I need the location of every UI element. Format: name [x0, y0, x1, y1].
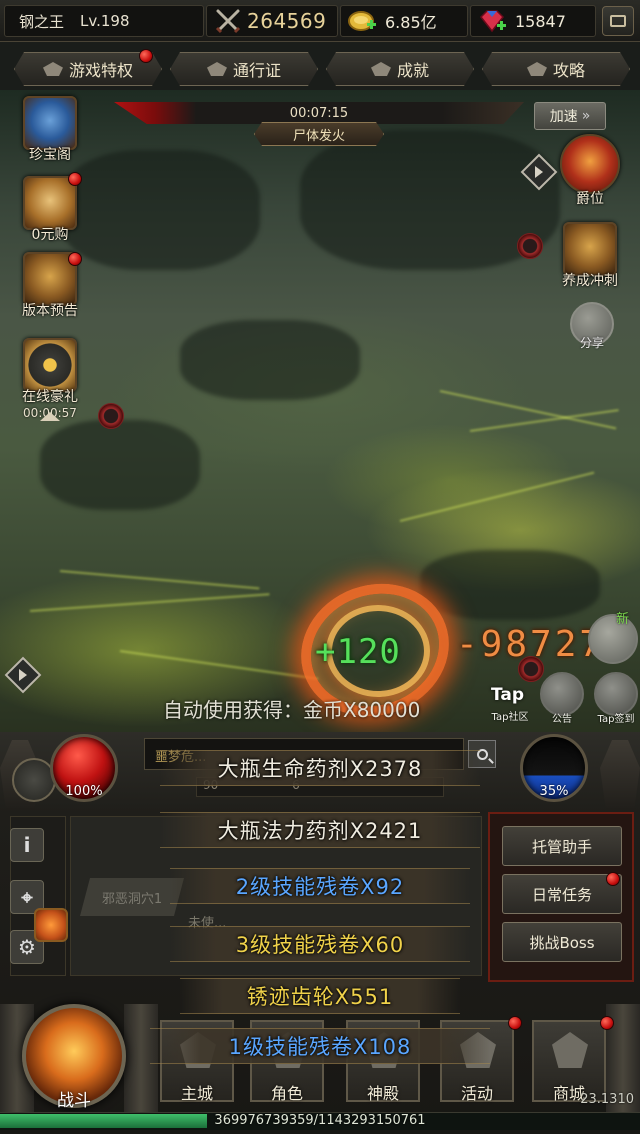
- treasure-pavilion-button[interactable]: 珍宝阁: [12, 96, 88, 164]
- zero-yuan-shop-label: 0元购: [31, 227, 69, 243]
- stat-left: 90: [203, 778, 219, 792]
- diamond-icon: [43, 62, 63, 76]
- version-preview-label: 版本预告: [22, 303, 78, 319]
- scroll-icon: [23, 176, 77, 230]
- gem-icon: [479, 10, 506, 33]
- notification-dot: [606, 872, 620, 886]
- pillar-decoration: [124, 1004, 158, 1120]
- clock-icon: [23, 338, 77, 392]
- map-name-tag: 邪恶洞穴1: [80, 878, 184, 916]
- double-chevron-right-icon: »: [581, 108, 591, 124]
- menu-icon: [610, 15, 626, 27]
- battle-label: 战斗: [57, 1091, 91, 1111]
- demon-mask-icon: [460, 1032, 496, 1068]
- notification-dot: [508, 1016, 522, 1030]
- monster-marker-icon[interactable]: [98, 403, 124, 429]
- wings-icon: [207, 62, 227, 76]
- nav-activity-label: 活动: [460, 1084, 493, 1103]
- zero-yuan-shop-button[interactable]: 0元购: [12, 176, 88, 244]
- gold-value: 6.85亿: [385, 13, 437, 32]
- daily-task-button[interactable]: 日常任务: [502, 874, 622, 914]
- crown-shield-icon: [560, 134, 620, 194]
- notice-label: 公告: [552, 714, 572, 725]
- heal-number: +120: [315, 632, 401, 672]
- info-icon[interactable]: i: [10, 828, 44, 862]
- combat-power-value: 264569: [247, 9, 327, 33]
- notification-dot: [68, 172, 82, 186]
- online-gift-label: 在线豪礼: [22, 389, 78, 405]
- online-gift-button[interactable]: 在线豪礼 00:00:57: [12, 338, 88, 420]
- event-timer: 00:07:15: [289, 106, 349, 121]
- nav-main-city-label: 主城: [180, 1084, 213, 1103]
- target-stats: 90 6: [196, 777, 444, 797]
- achievement-label: 成就: [396, 61, 429, 80]
- main-menu-button[interactable]: [602, 6, 634, 36]
- monster-marker-icon[interactable]: [517, 233, 543, 259]
- event-banner[interactable]: 00:07:15 尸体发火: [114, 100, 524, 146]
- player-level: Lv.198: [80, 12, 130, 30]
- share-label: 分享: [579, 336, 604, 350]
- damage-number: -98727: [456, 624, 605, 665]
- growth-sprint-label: 养成冲刺: [562, 273, 618, 289]
- new-badge: 新: [616, 612, 630, 627]
- stat-mid: 6: [292, 778, 300, 792]
- helmet-icon: [270, 1032, 306, 1068]
- tap-logo: Tap: [491, 685, 525, 705]
- guide-button[interactable]: 攻略: [482, 52, 630, 86]
- combat-power-stat: 264569: [206, 5, 338, 37]
- challenge-boss-button[interactable]: 挑战Boss: [502, 922, 622, 962]
- speed-up-button[interactable]: 加速 »: [534, 102, 606, 130]
- growth-sprint-button[interactable]: 养成冲刺: [552, 222, 628, 290]
- notification-dot: [68, 252, 82, 266]
- diamond-icon: [552, 1032, 588, 1068]
- auto-assist-button[interactable]: 托管助手: [502, 826, 622, 866]
- hp-percent: 100%: [65, 784, 103, 799]
- gift-box-icon[interactable]: [34, 908, 68, 942]
- search-button[interactable]: [468, 740, 496, 768]
- tap-signin-label: Tap签到: [597, 714, 635, 725]
- nav-character-label: 角色: [270, 1084, 303, 1103]
- top-status-bar: 钢之王 Lv.198 264569 6.85亿 15847: [0, 0, 640, 42]
- player-info[interactable]: 钢之王 Lv.198: [4, 5, 204, 37]
- castle-icon: [180, 1032, 216, 1068]
- guide-label: 攻略: [552, 61, 585, 80]
- collapse-arrow-icon[interactable]: [40, 412, 60, 421]
- crossed-swords-icon: [215, 9, 241, 34]
- rank-label: 爵位: [576, 191, 604, 207]
- nav-temple-label: 神殿: [366, 1084, 399, 1103]
- mp-percent: 35%: [539, 784, 569, 799]
- gem-stat[interactable]: 15847: [470, 5, 596, 37]
- rank-button[interactable]: 爵位: [552, 134, 628, 208]
- battle-pass-label: 通行证: [232, 61, 281, 80]
- tap-community-button[interactable]: Tap社区: [480, 708, 540, 723]
- gold-stat[interactable]: 6.85亿: [340, 5, 468, 37]
- gold-coin-icon: [348, 11, 376, 31]
- gem-value: 15847: [515, 11, 566, 31]
- search-icon: [476, 748, 488, 760]
- auto-use-message: 自动使用获得：金币X80000: [163, 698, 421, 722]
- search-placeholder: 噩梦危...: [155, 750, 207, 765]
- experience-text: 369976739359/1143293150761: [214, 1113, 426, 1128]
- treasure-chest-icon: [23, 96, 77, 150]
- game-privilege-label: 游戏特权: [68, 61, 133, 80]
- treasure-pavilion-label: 珍宝阁: [29, 147, 71, 163]
- target-search-field[interactable]: 噩梦危...: [144, 738, 464, 770]
- player-name: 钢之王: [19, 12, 65, 31]
- map-coordinates: 23.1310: [580, 1092, 634, 1107]
- event-name: 尸体发火: [254, 122, 384, 146]
- book-icon: [527, 62, 547, 76]
- temple-icon: [366, 1032, 402, 1068]
- notification-dot: [600, 1016, 614, 1030]
- achievement-button[interactable]: 成就: [326, 52, 474, 86]
- chat-bubble-icon[interactable]: [588, 614, 638, 664]
- trophy-icon: [371, 62, 391, 76]
- speed-up-label: 加速: [549, 109, 578, 125]
- treasure-chest-icon: [563, 222, 617, 276]
- notification-dot: [139, 49, 153, 63]
- chat-faint-text: 未使...: [188, 916, 227, 931]
- battle-pass-button[interactable]: 通行证: [170, 52, 318, 86]
